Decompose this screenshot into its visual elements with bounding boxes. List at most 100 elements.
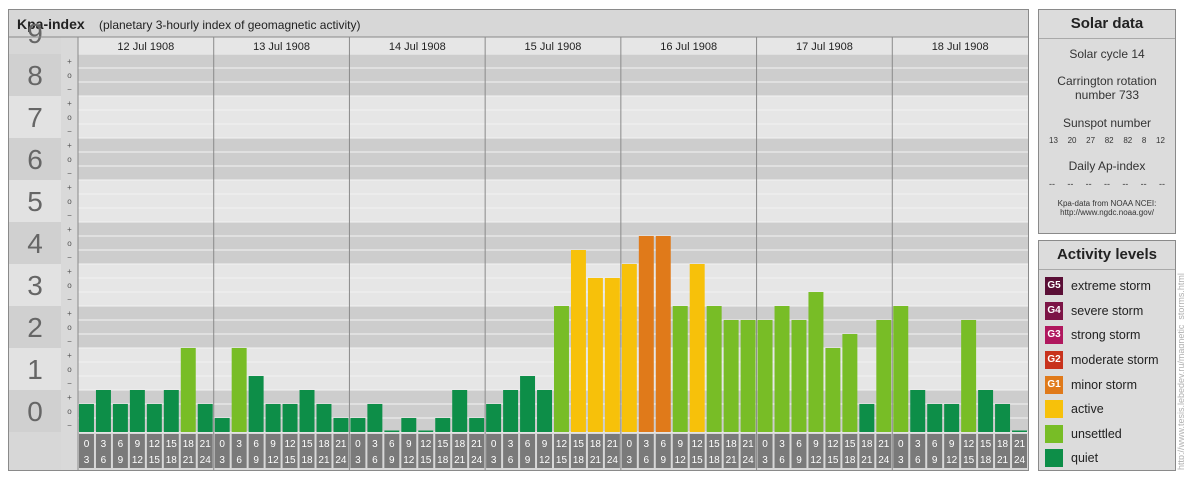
- minor-tick-label: +: [67, 309, 72, 318]
- kp-bar: [384, 430, 400, 432]
- y-tick-label: 6: [27, 144, 43, 175]
- kp-bar: [180, 348, 196, 432]
- slot-end-label: 3: [762, 455, 768, 466]
- slot-start-label: 3: [779, 439, 785, 450]
- chart-subtitle: (planetary 3-hourly index of geomagnetic…: [99, 18, 360, 32]
- slot-start-label: 12: [284, 439, 296, 450]
- slot-end-label: 12: [810, 455, 822, 466]
- slot-end-label: 15: [827, 455, 839, 466]
- kp-bar: [333, 418, 349, 432]
- kp-bar: [367, 403, 383, 432]
- slot-end-label: 18: [844, 455, 856, 466]
- minor-tick-label: o: [67, 71, 72, 80]
- slot-end-label: 6: [236, 455, 242, 466]
- legend-item: G2 moderate storm: [1039, 348, 1175, 373]
- kp-bar: [961, 319, 977, 432]
- minor-tick-label: o: [67, 239, 72, 248]
- legend-label: extreme storm: [1071, 279, 1151, 294]
- slot-start-label: 18: [454, 439, 466, 450]
- y-band: [78, 264, 1028, 306]
- slot-start-label: 6: [932, 439, 938, 450]
- legend-item: quiet: [1039, 446, 1175, 471]
- legend-item: G4 severe storm: [1039, 299, 1175, 324]
- slot-start-label: 6: [660, 439, 666, 450]
- kp-bar: [825, 348, 841, 432]
- activity-levels-panel: Activity levels G5 extreme storm G4 severe …: [1038, 240, 1176, 471]
- slot-start-label: 0: [627, 439, 633, 450]
- slot-start-label: 3: [372, 439, 378, 450]
- legend-label: quiet: [1071, 451, 1099, 466]
- slot-end-label: 9: [389, 455, 395, 466]
- activity-legend: G5 extreme storm G4 severe storm G3 strong st…: [1039, 270, 1175, 471]
- slot-end-label: 21: [861, 455, 873, 466]
- minor-tick-label: o: [67, 407, 72, 416]
- solar-cycle: Solar cycle 14: [1069, 47, 1145, 61]
- slot-start-label: 3: [236, 439, 242, 450]
- legend-item: G3 strong storm: [1039, 323, 1175, 348]
- slot-end-label: 15: [556, 455, 568, 466]
- slot-start-label: 9: [270, 439, 276, 450]
- slot-start-label: 12: [556, 439, 568, 450]
- kp-bar: [435, 418, 451, 432]
- kp-bar: [214, 418, 230, 432]
- sunspot-value: 8: [1141, 136, 1147, 145]
- credit-text: http://www.tesis.lebedev.ru/magnetic_sto…: [1176, 273, 1184, 470]
- slot-start-label: 6: [118, 439, 124, 450]
- slot-start-label: 15: [573, 439, 585, 450]
- kp-bar: [689, 264, 705, 432]
- slot-start-label: 18: [861, 439, 873, 450]
- slot-end-label: 9: [932, 455, 938, 466]
- kp-bar: [842, 334, 858, 432]
- minor-tick-label: +: [67, 57, 72, 66]
- slot-start-label: 18: [183, 439, 195, 450]
- slot-start-label: 9: [542, 439, 548, 450]
- slot-end-label: 21: [318, 455, 330, 466]
- slot-start-label: 15: [437, 439, 449, 450]
- slot-start-label: 15: [166, 439, 178, 450]
- kp-bar: [1012, 430, 1027, 432]
- slot-start-label: 6: [253, 439, 259, 450]
- slot-start-label: 9: [135, 439, 141, 450]
- slot-end-label: 6: [915, 455, 921, 466]
- legend-swatch: [1045, 424, 1063, 443]
- slot-start-label: 21: [471, 439, 483, 450]
- sunspot-value: 27: [1086, 136, 1096, 145]
- y-tick-label: 1: [27, 354, 43, 385]
- y-band: [78, 180, 1028, 222]
- legend-swatch: G1: [1045, 375, 1063, 394]
- legend-label: unsettled: [1071, 426, 1122, 441]
- slot-end-label: 12: [539, 455, 551, 466]
- slot-start-label: 21: [1014, 439, 1026, 450]
- slot-end-label: 18: [166, 455, 178, 466]
- kp-bar: [197, 403, 213, 432]
- ap-value: --: [1067, 179, 1074, 189]
- day-label: 13 Jul 1908: [253, 41, 310, 53]
- slot-end-label: 3: [219, 455, 225, 466]
- kp-bar: [655, 235, 671, 432]
- slot-end-label: 24: [200, 455, 212, 466]
- slot-start-label: 21: [607, 439, 619, 450]
- sunspot-values: 13 20 27 82 82 8 12: [1039, 136, 1175, 145]
- kp-bar: [587, 277, 603, 432]
- slot-end-label: 18: [709, 455, 721, 466]
- slot-end-label: 18: [301, 455, 313, 466]
- ap-index-values: -- -- -- -- -- -- --: [1039, 179, 1175, 189]
- slot-end-label: 21: [997, 455, 1009, 466]
- slot-end-label: 15: [420, 455, 432, 466]
- legend-swatch: [1045, 449, 1063, 468]
- ap-value: --: [1049, 179, 1055, 189]
- slot-start-label: 3: [915, 439, 921, 450]
- sunspot-value: 13: [1049, 136, 1058, 145]
- kp-bar: [978, 390, 994, 432]
- legend-swatch: G5: [1045, 277, 1063, 296]
- minor-tick-label: o: [67, 197, 72, 206]
- kp-bar: [876, 319, 892, 432]
- kp-bar: [129, 390, 145, 432]
- kp-bar: [452, 390, 468, 432]
- kp-bar: [621, 264, 637, 432]
- kp-bar: [520, 376, 536, 432]
- slot-start-label: 12: [420, 439, 432, 450]
- slot-start-label: 9: [949, 439, 955, 450]
- carrington-line-2: number 733: [1074, 88, 1140, 102]
- slot-end-label: 12: [403, 455, 415, 466]
